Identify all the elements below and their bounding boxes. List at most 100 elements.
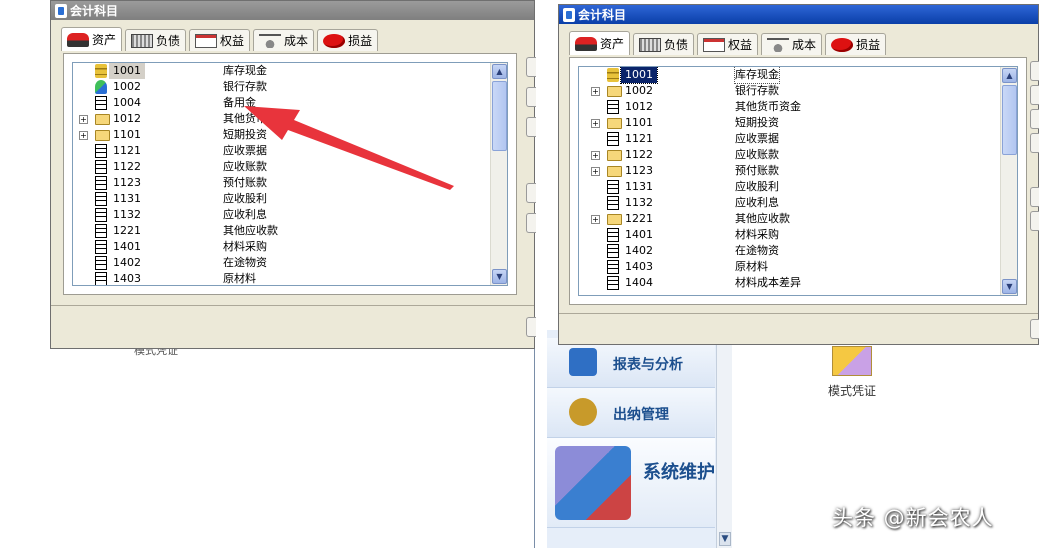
account-name: 材料成本差异 xyxy=(735,276,801,289)
tab-liabilities[interactable]: 负债 xyxy=(633,33,695,55)
side-button[interactable] xyxy=(1030,61,1039,81)
side-button[interactable] xyxy=(1030,319,1039,339)
tab-cost[interactable]: 成本 xyxy=(253,29,315,51)
chevron-down-icon[interactable]: ▼ xyxy=(1002,279,1017,294)
account-code: 1123 xyxy=(113,176,141,189)
file-icon xyxy=(95,256,107,270)
side-button[interactable] xyxy=(1030,109,1039,129)
side-button[interactable] xyxy=(1030,211,1039,231)
chevron-down-icon[interactable]: ▼ xyxy=(719,532,731,546)
tree-row[interactable]: +1002 银行存款 xyxy=(579,83,1000,99)
divider xyxy=(559,313,1038,314)
tree-row[interactable]: 1403 原材料 xyxy=(73,271,490,285)
tree-row[interactable]: +1101 短期投资 xyxy=(579,115,1000,131)
dialog-title: 会计科目 xyxy=(70,4,119,18)
chevron-up-icon[interactable]: ▲ xyxy=(492,64,507,79)
tree-row[interactable]: +1122 应收账款 xyxy=(579,147,1000,163)
sidebar-item-cashier[interactable]: 出纳管理 xyxy=(547,388,715,438)
tree-row[interactable]: 1001 库存现金 xyxy=(73,63,490,79)
tree-row[interactable]: +1123 预付账款 xyxy=(579,163,1000,179)
tab-profit-loss[interactable]: 损益 xyxy=(317,29,379,51)
expand-icon[interactable]: + xyxy=(591,215,600,224)
tab-label: 成本 xyxy=(284,34,309,48)
tree-row[interactable]: 1401 材料采购 xyxy=(73,239,490,255)
tree-row[interactable]: 1122 应收账款 xyxy=(73,159,490,175)
tree-row[interactable]: 1402 在途物资 xyxy=(579,243,1000,259)
tree-row[interactable]: 1131 应收股利 xyxy=(579,179,1000,195)
tree-row[interactable]: 1402 在途物资 xyxy=(73,255,490,271)
sidebar-item-label: 报表与分析 xyxy=(613,357,683,373)
account-tree[interactable]: 1001 库存现金 1002 银行存款 1004 备用金 +1012 其他货币资金 +1101 短… xyxy=(72,62,508,286)
bank-icon xyxy=(95,80,107,94)
sidebar-item-reports[interactable]: 报表与分析 xyxy=(547,338,715,388)
account-name: 应收利息 xyxy=(735,196,779,209)
expand-icon[interactable]: + xyxy=(591,167,600,176)
tree-row[interactable]: 1403 原材料 xyxy=(579,259,1000,275)
tree-row[interactable]: +1221 其他应收款 xyxy=(579,211,1000,227)
side-button[interactable] xyxy=(526,213,536,233)
folder-icon xyxy=(607,214,622,225)
account-name: 应收账款 xyxy=(735,148,779,161)
tab-label: 资产 xyxy=(92,33,117,47)
side-button[interactable] xyxy=(1030,133,1039,153)
tree-row[interactable]: 1132 应收利息 xyxy=(579,195,1000,211)
account-tree[interactable]: 1001 库存现金 +1002 银行存款 1012 其他货币资金 +1101 短期投资 1121… xyxy=(578,66,1018,296)
tree-row[interactable]: 1002 银行存款 xyxy=(73,79,490,95)
tree-row[interactable]: 1121 应收票据 xyxy=(73,143,490,159)
category-tabs: 资产 负债 权益 成本 损益 xyxy=(61,27,379,51)
chevron-up-icon[interactable]: ▲ xyxy=(1002,68,1017,83)
folder-icon xyxy=(607,150,622,161)
dialog-titlebar[interactable]: 会计科目 xyxy=(559,5,1038,24)
account-name: 其他货币资金 xyxy=(735,100,801,113)
car-icon xyxy=(575,36,597,51)
side-button[interactable] xyxy=(1030,187,1039,207)
tab-liabilities[interactable]: 负债 xyxy=(125,29,187,51)
background-sidebar-scrollbar[interactable]: ▼ xyxy=(716,330,732,548)
tree-row[interactable]: 1001 库存现金 xyxy=(579,67,1000,84)
side-button[interactable] xyxy=(526,117,536,137)
tree-row[interactable]: +1101 短期投资 xyxy=(73,127,490,143)
tab-profit-loss[interactable]: 损益 xyxy=(825,33,887,55)
tree-row[interactable]: 1221 其他应收款 xyxy=(73,223,490,239)
account-name: 材料采购 xyxy=(735,228,779,241)
keyboard-icon xyxy=(639,37,662,52)
side-button[interactable] xyxy=(526,317,536,337)
scroll-thumb[interactable] xyxy=(1002,85,1017,155)
tree-scrollbar[interactable]: ▲ ▼ xyxy=(1000,67,1017,295)
chevron-down-icon[interactable]: ▼ xyxy=(492,269,507,284)
tree-row[interactable]: 1131 应收股利 xyxy=(73,191,490,207)
tab-equity[interactable]: 权益 xyxy=(697,33,759,55)
scroll-thumb[interactable] xyxy=(492,81,507,151)
tree-row[interactable]: 1012 其他货币资金 xyxy=(579,99,1000,115)
tab-cost[interactable]: 成本 xyxy=(761,33,823,55)
tree-row[interactable]: 1121 应收票据 xyxy=(579,131,1000,147)
mode-voucher-shortcut[interactable]: 模式凭证 xyxy=(822,346,882,399)
expand-icon[interactable]: + xyxy=(591,119,600,128)
account-code: 1122 xyxy=(113,160,141,173)
expand-icon[interactable]: + xyxy=(591,87,600,96)
tab-assets[interactable]: 资产 xyxy=(61,27,123,51)
account-code: 1121 xyxy=(113,144,141,157)
account-name: 银行存款 xyxy=(223,80,267,93)
tree-row[interactable]: 1132 应收利息 xyxy=(73,207,490,223)
tree-row[interactable]: 1004 备用金 xyxy=(73,95,490,111)
tree-row[interactable]: 1123 预付账款 xyxy=(73,175,490,191)
tree-row[interactable]: 1401 材料采购 xyxy=(579,227,1000,243)
account-code: 1221 xyxy=(113,224,141,237)
tree-rows: 1001 库存现金 1002 银行存款 1004 备用金 +1012 其他货币资金 +1101 短… xyxy=(73,63,490,285)
sidebar-item-system-maintenance[interactable]: 系统维护 xyxy=(547,438,715,528)
side-button[interactable] xyxy=(526,183,536,203)
expand-icon[interactable]: + xyxy=(79,131,88,140)
tab-equity[interactable]: 权益 xyxy=(189,29,251,51)
tab-assets[interactable]: 资产 xyxy=(569,31,631,55)
tree-row[interactable]: +1012 其他货币资金 xyxy=(73,111,490,127)
side-button[interactable] xyxy=(526,57,536,77)
tree-scrollbar[interactable]: ▲ ▼ xyxy=(490,63,507,285)
file-icon xyxy=(607,276,619,290)
expand-icon[interactable]: + xyxy=(79,115,88,124)
side-button[interactable] xyxy=(1030,85,1039,105)
dialog-titlebar[interactable]: 会计科目 xyxy=(51,1,534,20)
tree-row[interactable]: 1404 材料成本差异 xyxy=(579,275,1000,291)
side-button[interactable] xyxy=(526,87,536,107)
expand-icon[interactable]: + xyxy=(591,151,600,160)
